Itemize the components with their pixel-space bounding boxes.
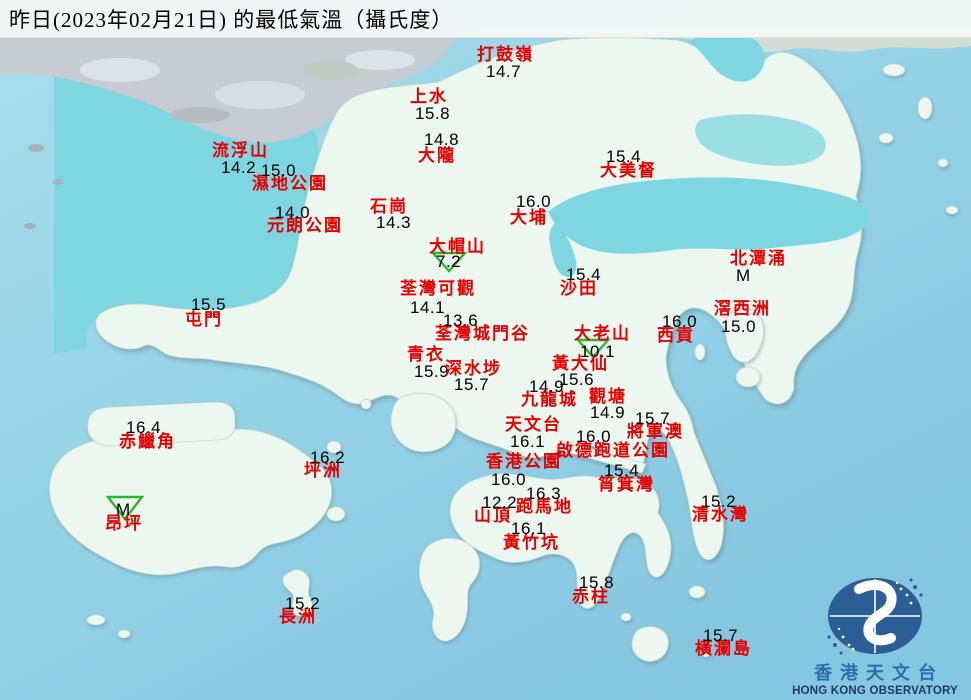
station-value: M: [736, 266, 751, 285]
station-value: 15.7: [703, 626, 739, 645]
soko-island: [86, 614, 106, 626]
ma-wan-island: [360, 398, 372, 410]
station-label: 大老山: [574, 324, 631, 343]
hko-logo-icon: [827, 578, 923, 655]
station-value: 14.9: [529, 377, 565, 396]
map-title: 昨日(2023年02月21日) 的最低氣溫（攝氏度）: [9, 7, 454, 32]
station-value: 15.2: [285, 594, 321, 613]
station-value: 14.3: [376, 213, 412, 232]
station-value: 15.4: [606, 147, 642, 166]
tung-lung-island: [688, 585, 706, 599]
station-value: 16.0: [576, 427, 612, 446]
station-value: 16.0: [662, 312, 698, 331]
station-label: 荃灣可觀: [400, 279, 476, 298]
station-value: 15.4: [566, 265, 602, 284]
soko-islet: [117, 629, 131, 639]
min-temperature-map-screen: 昨日(2023年02月21日) 的最低氣溫（攝氏度） 打鼓嶺 14.7 上水 15.8…: [0, 0, 971, 700]
station-label: 滘西洲: [714, 299, 771, 318]
hko-logo-name-cn: 香港天文台: [814, 663, 944, 683]
station-value: 15.0: [261, 161, 297, 180]
station-value: 14.0: [275, 203, 311, 222]
station-value: 14.7: [486, 62, 522, 81]
station-value: 16.3: [526, 484, 562, 503]
double-island: [917, 96, 933, 120]
station-value: 13.6: [443, 311, 479, 330]
station-value: 15.8: [415, 104, 451, 123]
station-label: 香港公園: [486, 452, 562, 471]
station-value: 15.4: [604, 461, 640, 480]
station-value: 14.8: [424, 130, 460, 149]
station-value: 16.1: [511, 519, 547, 538]
station-value: 15.0: [721, 317, 757, 336]
station-value: M: [116, 500, 131, 519]
hko-logo: 香港天文台 HONG KONG OBSERVATORY: [787, 575, 963, 698]
station-value: 16.0: [516, 192, 552, 211]
station-value: 15.9: [414, 362, 450, 381]
station-value: 15.7: [454, 375, 490, 394]
station-value: 14.9: [590, 403, 626, 422]
station-value: 16.0: [491, 470, 527, 489]
station-label: 上水: [410, 87, 448, 106]
station-value: 15.7: [635, 409, 671, 428]
ap-chau-islet: [878, 132, 894, 144]
station-value: 15.8: [579, 573, 615, 592]
station-label: 打鼓嶺: [477, 45, 534, 64]
po-toi-island: [631, 626, 669, 662]
station-value: 16.4: [126, 418, 162, 437]
hei-ling-chau-island: [326, 506, 346, 522]
station-label: 大隴: [418, 146, 456, 165]
station-value: 16.2: [310, 448, 346, 467]
crooked-island: [882, 63, 906, 77]
kau-sai-south-island: [735, 366, 761, 388]
station-label: 大埔: [510, 208, 548, 227]
station-value: 12.2: [482, 493, 518, 512]
tsing-yi-island: [390, 392, 457, 453]
station-label: 啟德跑道公園: [556, 441, 670, 460]
ping-chau-islet: [945, 205, 959, 215]
beaufort-islet: [620, 612, 632, 622]
station-label: 流浮山: [212, 141, 269, 160]
station-label: 青衣: [407, 345, 445, 364]
station-value: 15.2: [701, 492, 737, 511]
station-value: 15.6: [559, 370, 595, 389]
title-bar: 昨日(2023年02月21日) 的最低氣溫（攝氏度）: [0, 0, 971, 38]
station-label: 北潭涌: [730, 249, 787, 268]
hko-logo-name-en: HONG KONG OBSERVATORY: [792, 685, 958, 697]
kiu-tsui-island: [694, 343, 706, 361]
station-value: 16.1: [510, 432, 546, 451]
ne-islet: [937, 158, 949, 168]
station-label: 天文台: [505, 415, 562, 434]
station-value: 14.1: [410, 298, 446, 317]
station-value: 15.5: [191, 295, 227, 314]
station-value: 14.2: [221, 158, 257, 177]
station-value: 7.2: [436, 252, 462, 271]
